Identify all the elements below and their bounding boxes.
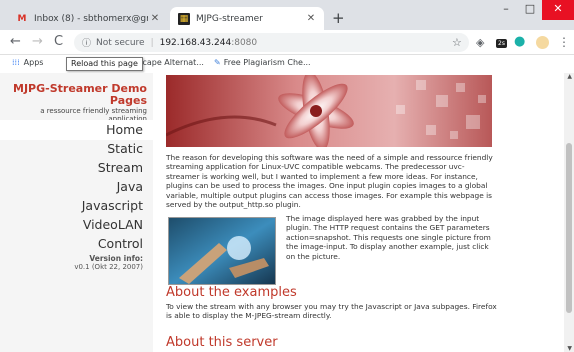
url-host: 192.168.43.244 xyxy=(159,37,232,48)
version-info: Version info: v0.1 (Okt 22, 2007) xyxy=(0,254,153,272)
reload-tooltip: Reload this page xyxy=(66,57,143,71)
security-label: Not secure xyxy=(96,37,145,48)
nav-javascript[interactable]: Javascript xyxy=(0,196,153,216)
extension-badge-icon[interactable]: 2s xyxy=(496,39,507,48)
close-tab-icon[interactable]: ✕ xyxy=(148,13,162,24)
examples-paragraph: To view the stream with any browser you … xyxy=(166,302,497,321)
menu-icon[interactable]: ⋮ xyxy=(558,35,570,49)
browser-toolbar: ← → C ⓘ Not secure | 192.168.43.244 :808… xyxy=(0,30,574,55)
apps-grid-icon: ⁞⁞⁞ xyxy=(12,58,20,67)
nav-control[interactable]: Control xyxy=(0,234,153,254)
tab-strip: M Inbox (8) - sbthomerx@gmail.co ✕ ▦ MJP… xyxy=(0,0,574,30)
version-label: Version info: xyxy=(89,254,143,263)
reload-button[interactable]: C xyxy=(54,34,63,49)
bookmark-star-icon[interactable]: ☆ xyxy=(452,36,462,49)
version-value: v0.1 (Okt 22, 2007) xyxy=(74,263,143,271)
extension-icon[interactable]: ◈ xyxy=(476,36,484,49)
scroll-up-icon[interactable]: ▲ xyxy=(567,73,572,80)
nav-static[interactable]: Static xyxy=(0,139,153,159)
snapshot-image[interactable] xyxy=(168,217,276,285)
close-window-button[interactable]: ✕ xyxy=(542,0,574,20)
sidebar-header: MJPG-Streamer Demo Pages a ressource fri… xyxy=(0,73,153,124)
grammarly-icon[interactable]: ● xyxy=(514,34,525,49)
scroll-thumb[interactable] xyxy=(566,143,572,313)
server-heading: About this server xyxy=(166,335,278,350)
tab-gmail[interactable]: M Inbox (8) - sbthomerx@gmail.co ✕ xyxy=(8,7,168,30)
image-description: The image displayed here was grabbed by … xyxy=(286,214,491,261)
bookmark-apps[interactable]: ⁞⁞⁞ Apps xyxy=(12,58,43,67)
forward-button[interactable]: → xyxy=(32,34,43,49)
back-button[interactable]: ← xyxy=(10,34,21,49)
tab-title: Inbox (8) - sbthomerx@gmail.co xyxy=(34,13,148,24)
examples-heading: About the examples xyxy=(166,285,297,300)
site-title: MJPG-Streamer Demo Pages xyxy=(13,82,147,107)
tab-mjpg-streamer[interactable]: ▦ MJPG-streamer ✕ xyxy=(170,7,324,30)
avatar[interactable] xyxy=(536,36,549,49)
info-icon[interactable]: ⓘ xyxy=(82,36,91,49)
vertical-scrollbar[interactable]: ▲ ▼ xyxy=(564,73,574,352)
divider: | xyxy=(150,37,154,48)
new-tab-button[interactable]: + xyxy=(332,9,345,27)
maximize-button[interactable]: □ xyxy=(518,0,542,20)
url-port: :8080 xyxy=(231,37,258,48)
close-tab-icon[interactable]: ✕ xyxy=(304,13,318,24)
bookmark-plagiarism[interactable]: ✎ Free Plagiarism Che... xyxy=(214,58,311,67)
page-viewport: MJPG-Streamer Demo Pages a ressource fri… xyxy=(0,73,574,352)
minimize-button[interactable]: – xyxy=(494,0,518,20)
pen-icon: ✎ xyxy=(214,58,221,67)
gmail-icon: M xyxy=(17,13,27,24)
intro-paragraph: The reason for developing this software … xyxy=(166,153,493,210)
mjpg-favicon-icon: ▦ xyxy=(178,12,190,25)
nav-java[interactable]: Java xyxy=(0,177,153,197)
address-bar[interactable]: ⓘ Not secure | 192.168.43.244 :8080 xyxy=(74,33,469,52)
nav-stream[interactable]: Stream xyxy=(0,158,153,178)
nav-home[interactable]: Home xyxy=(0,120,153,140)
nav-videolan[interactable]: VideoLAN xyxy=(0,215,153,235)
sidebar: MJPG-Streamer Demo Pages a ressource fri… xyxy=(0,73,153,352)
scroll-down-icon[interactable]: ▼ xyxy=(567,345,572,352)
tab-title: MJPG-streamer xyxy=(196,13,263,24)
banner-image xyxy=(166,75,492,147)
